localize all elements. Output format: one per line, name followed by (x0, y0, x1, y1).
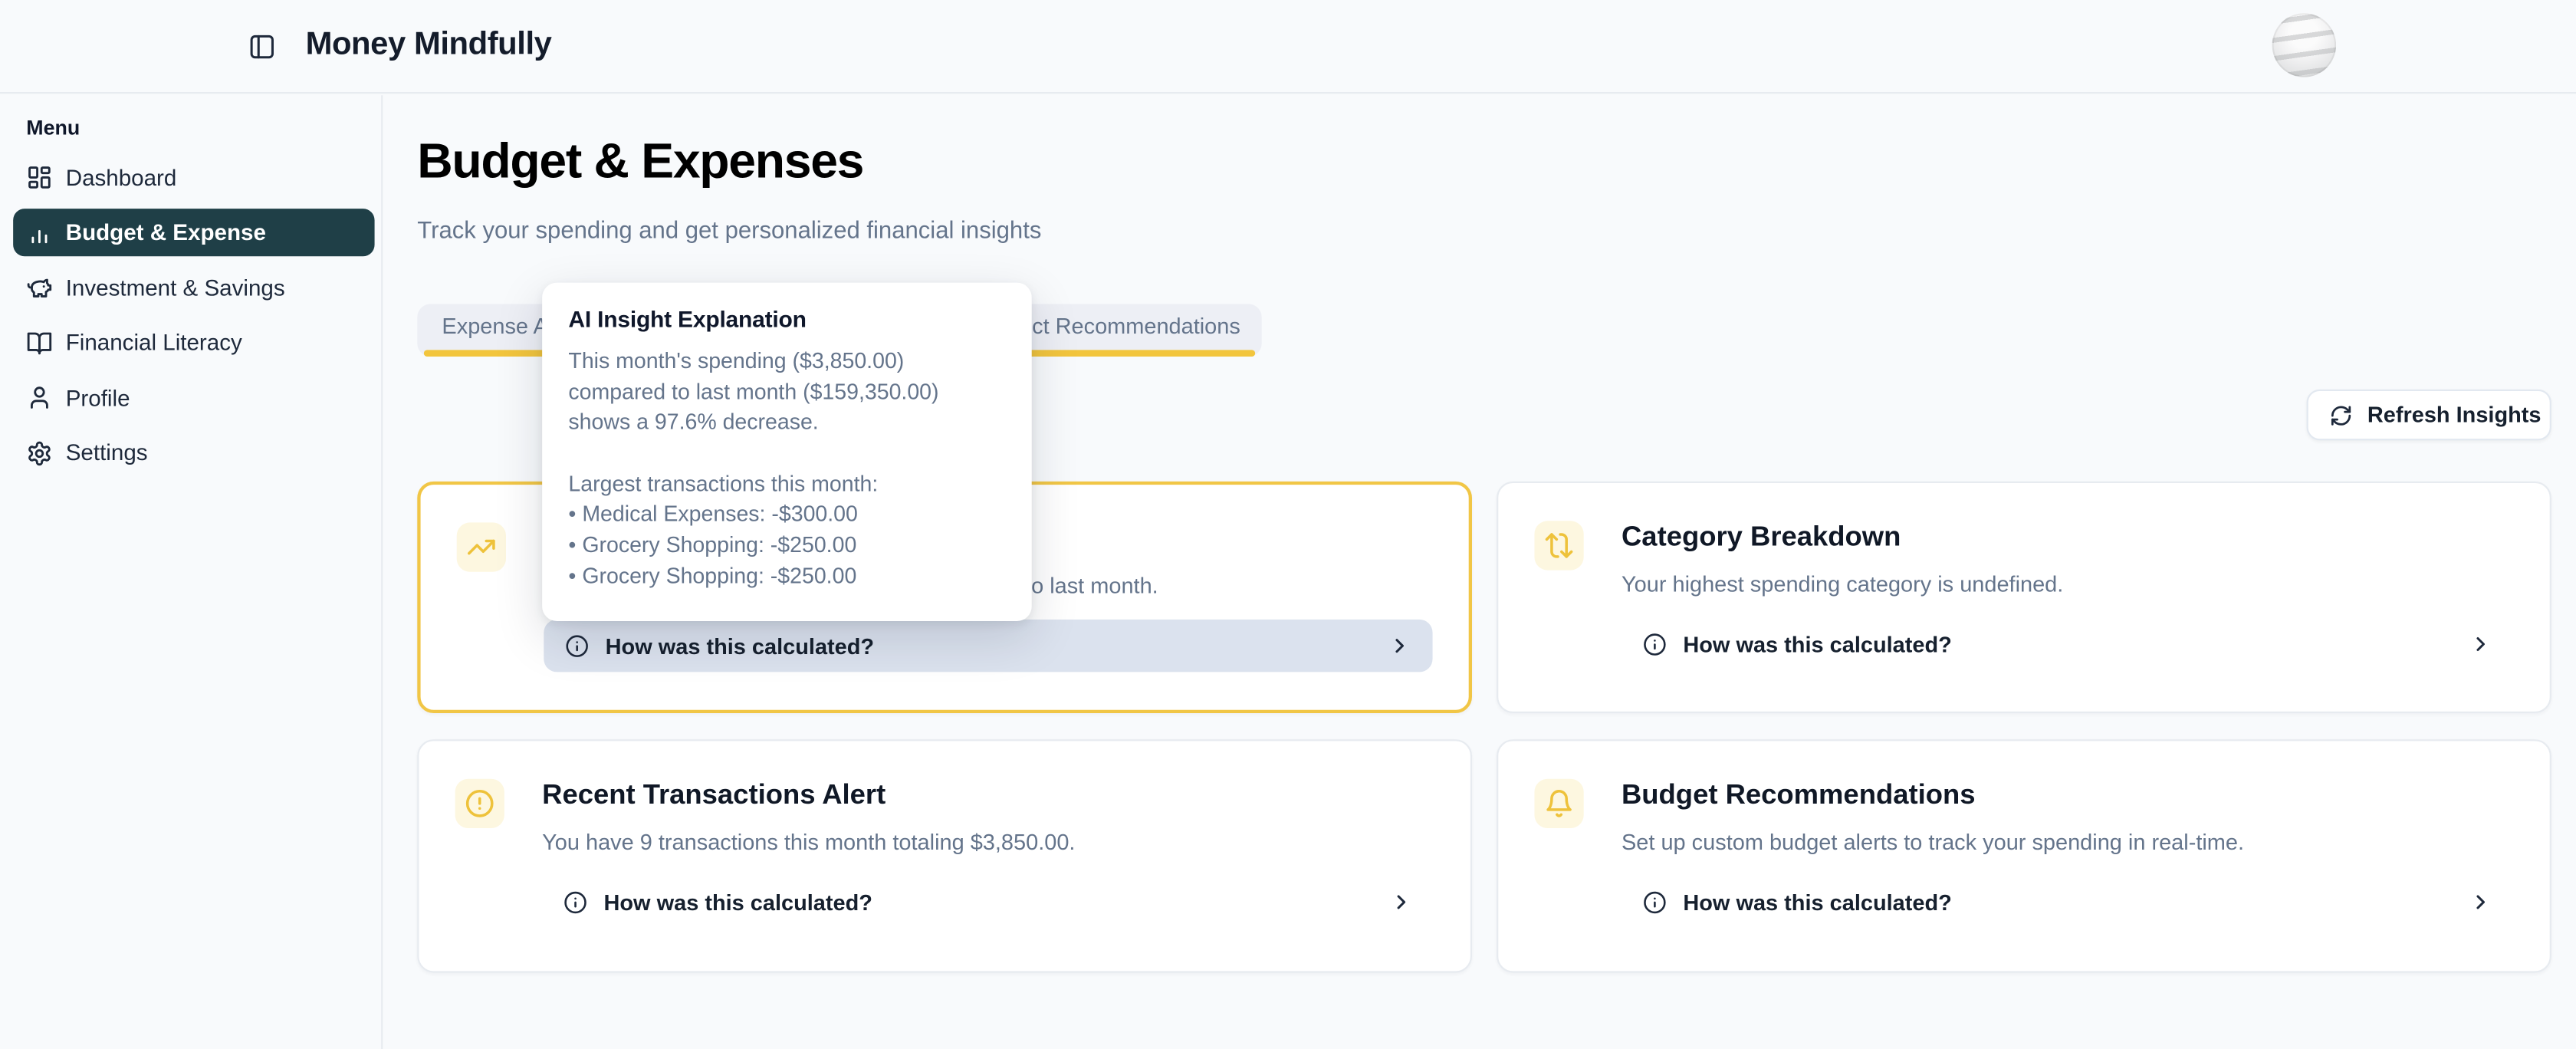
card-category-breakdown: Category Breakdown Your highest spending… (1497, 482, 2551, 713)
chevron-right-icon (2469, 890, 2492, 913)
piggy-bank-icon (26, 275, 52, 301)
sidebar-item-label: Investment & Savings (66, 275, 285, 300)
refresh-insights-label: Refresh Insights (2367, 403, 2542, 427)
sidebar-item-profile[interactable]: Profile (13, 373, 374, 421)
sidebar-item-label: Profile (66, 385, 130, 409)
how-calculated-label: How was this calculated? (1683, 890, 1951, 914)
chevron-right-icon (1388, 634, 1411, 657)
popover-transaction-item: • Grocery Shopping: -$250.00 (568, 561, 1005, 592)
refresh-insights-button[interactable]: Refresh Insights (2307, 390, 2551, 440)
sidebar-item-investment-savings[interactable]: Investment & Savings (13, 264, 374, 311)
app-root: Money Mindfully Menu Dashboard Budget & … (0, 0, 2576, 1049)
sidebar-item-label: Budget & Expense (66, 220, 266, 245)
page-subtitle: Track your spending and get personalized… (417, 219, 1041, 245)
card-budget-recommendations: Budget Recommendations Set up custom bud… (1497, 739, 2551, 972)
app-title: Money Mindfully (306, 0, 552, 90)
user-icon (26, 384, 52, 410)
how-calculated-row[interactable]: How was this calculated? (542, 876, 1434, 929)
sidebar-menu-label: Menu (26, 116, 80, 139)
info-icon (1643, 632, 1667, 656)
sidebar-nav: Dashboard Budget & Expense Investment & … (0, 153, 381, 484)
layout-dashboard-icon (26, 164, 52, 190)
chevron-right-icon (1390, 890, 1413, 913)
sidebar-item-label: Financial Literacy (66, 330, 242, 355)
sidebar-item-budget-expense[interactable]: Budget & Expense (13, 209, 374, 256)
bar-chart-icon (26, 219, 52, 245)
header: Money Mindfully (0, 0, 2576, 93)
sidebar-item-settings[interactable]: Settings (13, 429, 374, 476)
info-icon (1643, 890, 1667, 914)
sidebar-toggle-button[interactable] (242, 26, 281, 65)
how-calculated-row[interactable]: How was this calculated? (1622, 618, 2514, 671)
trending-up-icon (457, 522, 506, 571)
sidebar: Menu Dashboard Budget & Expense Investme… (0, 94, 383, 1049)
how-calculated-row[interactable]: How was this calculated? (544, 620, 1432, 672)
avatar[interactable] (2272, 12, 2337, 77)
popover-transaction-item: • Medical Expenses: -$300.00 (568, 500, 1005, 531)
how-calculated-label: How was this calculated? (1683, 632, 1951, 656)
popover-summary: This month's spending ($3,850.00) compar… (568, 347, 1005, 439)
sidebar-item-label: Settings (66, 440, 148, 465)
info-icon (565, 634, 589, 658)
popover-list-heading: Largest transactions this month: (568, 469, 1005, 500)
card-description-fragment: to last month. (1025, 574, 1158, 598)
chevron-right-icon (2469, 633, 2492, 656)
gear-icon (26, 439, 52, 465)
popover-transaction-item: • Grocery Shopping: -$250.00 (568, 531, 1005, 561)
popover-title: AI Insight Explanation (568, 306, 1005, 332)
sidebar-item-dashboard[interactable]: Dashboard (13, 153, 374, 201)
card-title: Recent Transactions Alert (542, 779, 886, 812)
how-calculated-label: How was this calculated? (604, 890, 872, 914)
panel-left-icon (248, 32, 275, 60)
alert-circle-icon (455, 779, 504, 828)
card-title: Budget Recommendations (1622, 779, 1975, 812)
card-description: You have 9 transactions this month total… (542, 830, 1075, 854)
card-title: Category Breakdown (1622, 521, 1901, 554)
page-title: Budget & Expenses (417, 135, 863, 191)
bell-icon (1534, 779, 1583, 828)
card-recent-transactions-alert: Recent Transactions Alert You have 9 tra… (417, 739, 1472, 972)
sidebar-item-financial-literacy[interactable]: Financial Literacy (13, 319, 374, 367)
refresh-icon (2330, 403, 2353, 426)
book-open-icon (26, 330, 52, 356)
how-calculated-label: How was this calculated? (606, 633, 874, 658)
repeat-icon (1534, 521, 1583, 570)
card-description: Set up custom budget alerts to track you… (1622, 830, 2244, 854)
how-calculated-row[interactable]: How was this calculated? (1622, 876, 2514, 929)
ai-insight-popover: AI Insight Explanation This month's spen… (542, 283, 1032, 621)
sidebar-item-label: Dashboard (66, 165, 177, 189)
card-description: Your highest spending category is undefi… (1622, 572, 2063, 597)
info-icon (564, 890, 587, 914)
